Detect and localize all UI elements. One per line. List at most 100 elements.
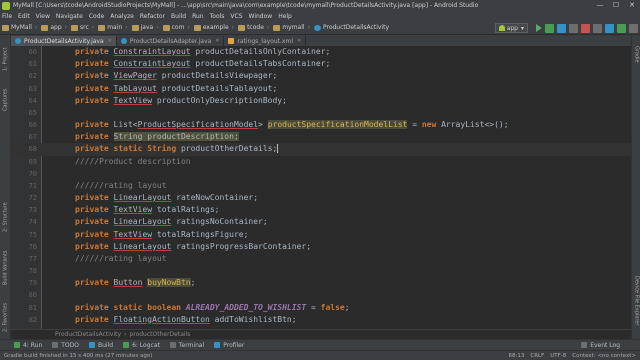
code-line[interactable]: 77 //////rating layout [11, 253, 631, 265]
code-line[interactable]: 65 [11, 107, 631, 119]
breadcrumb-member[interactable]: productOtherDetails [129, 331, 190, 338]
code-line[interactable]: 68 private static String productOtherDeta… [11, 143, 631, 156]
gradle-tool-tab[interactable]: Gradle [633, 39, 640, 69]
tool-todo[interactable]: TODO [52, 342, 79, 349]
code-token: ViewPager [113, 71, 157, 81]
sdk-manager-icon[interactable] [617, 23, 626, 33]
nav-crumb-productdetailsactivity[interactable]: ProductDetailsActivity [313, 24, 389, 31]
status-message[interactable]: Gradle build finished in 15 s 400 ms (27… [4, 353, 152, 359]
search-icon[interactable] [629, 23, 638, 33]
nav-crumb-tcode[interactable]: tcode › [238, 24, 269, 31]
code-token: LinearLayout [113, 217, 172, 227]
menu-view[interactable]: View [36, 13, 50, 20]
code-line[interactable]: 60 private ConstraintLayout productDetail… [11, 46, 631, 58]
code-line[interactable]: 61 private ConstraintLayout productDetail… [11, 58, 631, 70]
tool-logcat[interactable]: 6: Logcat [123, 342, 160, 349]
code-token: ; [344, 302, 350, 312]
code-text: //////rating layout [75, 253, 167, 265]
close-icon[interactable]: ✕ [215, 38, 219, 44]
code-line[interactable]: 79 private Button buyNowBtn; [11, 277, 631, 289]
tool-terminal[interactable]: Terminal [169, 342, 204, 349]
menu-analyze[interactable]: Analyze [110, 13, 134, 20]
debug-icon[interactable] [545, 23, 554, 33]
code-line[interactable]: 82 private FloatingActionButton addToWish… [11, 314, 631, 326]
file-encoding[interactable]: UTF-8 [550, 353, 566, 359]
navigation-bar: MyMall › app › src › main › java › com › example › tco… [0, 21, 640, 35]
code-line[interactable]: 69 /////Product description [11, 156, 631, 168]
project-tool-tab[interactable]: 1: Project [1, 39, 10, 79]
run-icon[interactable] [536, 24, 542, 32]
code-token: Button [113, 278, 143, 288]
run-configuration-select[interactable]: app ▾ [494, 23, 528, 33]
code-line[interactable]: 67 private String productDescription; [11, 131, 631, 143]
minimize-button[interactable]: — [592, 0, 608, 11]
event-log-button[interactable]: Event Log [581, 342, 620, 349]
close-icon[interactable]: ✕ [108, 38, 112, 44]
menu-refactor[interactable]: Refactor [140, 13, 165, 20]
nav-crumb-com[interactable]: com › [162, 24, 190, 31]
breadcrumb-class[interactable]: ProductDetailsActivity [55, 331, 121, 338]
menu-window[interactable]: Window [249, 13, 273, 20]
line-number: 82 [28, 315, 37, 324]
sync-icon[interactable] [593, 23, 602, 33]
menu-build[interactable]: Build [171, 13, 186, 20]
code-line[interactable]: 78 [11, 265, 631, 277]
device-file-explorer-tab[interactable]: Device File Explorer [633, 265, 640, 337]
menu-tools[interactable]: Tools [210, 13, 225, 20]
build-variants-tool-tab[interactable]: Build Variants [1, 243, 10, 293]
code-line[interactable]: 71 //////rating layout [11, 180, 631, 192]
nav-crumb-example[interactable]: example › [193, 24, 234, 31]
line-separator[interactable]: CRLF [530, 353, 544, 359]
code-line[interactable]: 73 private TextView totalRatings; [11, 204, 631, 216]
code-line[interactable]: 75 private TextView totalRatingsFigure; [11, 229, 631, 241]
captures-tool-tab[interactable]: Captures [1, 83, 10, 117]
menu-help[interactable]: Help [278, 13, 292, 20]
menu-run[interactable]: Run [192, 13, 204, 20]
line-number: 81 [28, 303, 37, 312]
nav-crumb-app[interactable]: app › [41, 24, 67, 31]
tab-productdetailsactivity-java[interactable]: ProductDetailsActivity.java ✕ [11, 36, 117, 46]
nav-crumb-src[interactable]: src › [71, 24, 94, 31]
nav-crumb-main[interactable]: main › [98, 24, 128, 31]
tool-run[interactable]: 4: Run [14, 342, 42, 349]
structure-tool-tab[interactable]: 2: Structure [1, 195, 10, 239]
tab-productdetailsadapter-java[interactable]: ProductDetailsAdapter.java ✕ [117, 36, 225, 46]
nav-crumb-label: src [80, 24, 89, 31]
nav-breadcrumb: MyMall › app › src › main › java › com › example › tco… [2, 24, 393, 31]
tab-label: ProductDetailsActivity.java [24, 37, 104, 45]
menu-file[interactable]: File [2, 13, 12, 20]
context-indicator[interactable]: Context: <no context> [572, 353, 636, 359]
profile-icon[interactable] [557, 23, 566, 33]
menu-edit[interactable]: Edit [18, 13, 30, 20]
nav-crumb-mymall[interactable]: MyMall › [2, 24, 37, 31]
code-line[interactable]: 76 private LinearLayout ratingsProgressBa… [11, 241, 631, 253]
close-button[interactable]: ✕ [624, 0, 640, 11]
close-icon[interactable]: ✕ [297, 38, 301, 44]
stop-icon[interactable] [581, 23, 590, 33]
tool-profiler[interactable]: Profiler [214, 342, 244, 349]
tab-ratings-layout-xml[interactable]: ratings_layout.xml ✕ [224, 36, 307, 46]
code-line[interactable]: 70 [11, 168, 631, 180]
code-line[interactable]: 62 private ViewPager productDetailsViewpa… [11, 70, 631, 82]
code-editor[interactable]: 60 private ConstraintLayout productDetail… [11, 46, 631, 329]
code-line[interactable]: 74 private LinearLayout ratingsNoContaine… [11, 216, 631, 228]
java-class-icon [120, 38, 127, 44]
favorites-tool-tab[interactable]: 2: Favorites [1, 297, 10, 337]
code-line[interactable]: 66 private List<ProductSpecificationModel… [11, 119, 631, 131]
code-line[interactable]: 64 private TextView productOnlyDescriptio… [11, 95, 631, 107]
tool-build[interactable]: Build [89, 342, 113, 349]
nav-crumb-java[interactable]: java › [131, 24, 159, 31]
avd-manager-icon[interactable] [605, 23, 614, 33]
menu-navigate[interactable]: Navigate [56, 13, 83, 20]
nav-crumb-mymall[interactable]: mymall › [273, 24, 310, 31]
menu-code[interactable]: Code [89, 13, 104, 20]
code-line[interactable]: 63 private TabLayout productDetailsTablay… [11, 83, 631, 95]
cursor-position[interactable]: 68:13 [509, 353, 525, 359]
line-number: 65 [28, 108, 37, 117]
code-line[interactable]: 72 private LinearLayout rateNowContainer; [11, 192, 631, 204]
maximize-button[interactable]: ☐ [608, 0, 624, 11]
code-line[interactable]: 80 [11, 289, 631, 301]
menu-vcs[interactable]: VCS [230, 13, 242, 20]
attach-debugger-icon[interactable] [569, 23, 578, 33]
code-line[interactable]: 81 private static boolean ALREADY_ADDED_T… [11, 302, 631, 314]
